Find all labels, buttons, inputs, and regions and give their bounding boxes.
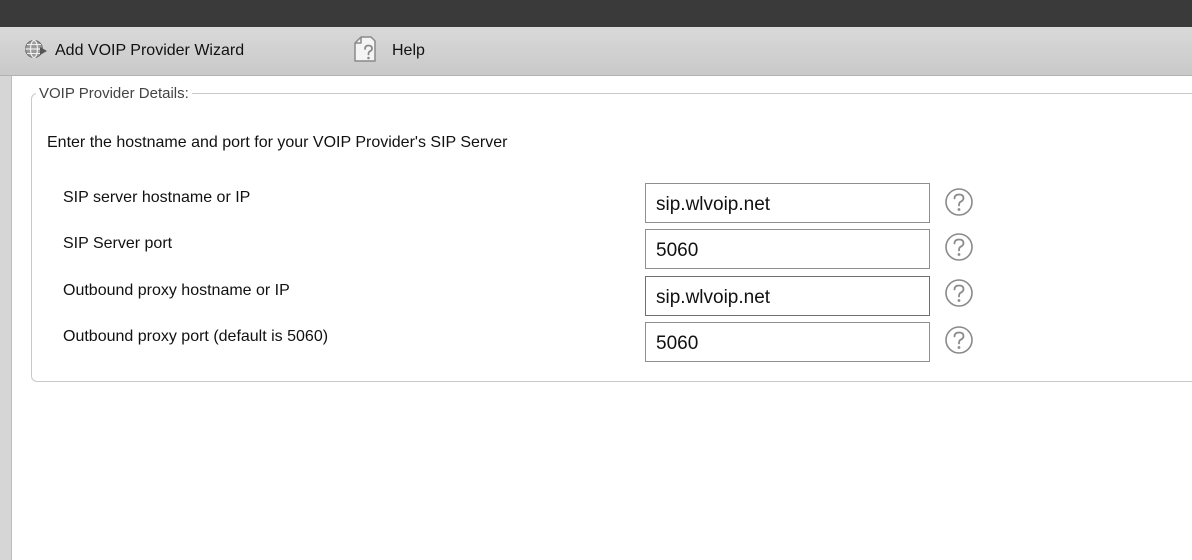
toolbar: Add VOIP Provider Wizard Help: [0, 27, 1192, 76]
outbound-proxy-port-label: Outbound proxy port (default is 5060): [63, 328, 329, 345]
help-label: Help: [392, 42, 425, 59]
help-icon[interactable]: [944, 187, 974, 217]
outbound-proxy-hostname-input[interactable]: [645, 276, 930, 316]
sip-server-port-input[interactable]: [645, 229, 930, 269]
help-page-icon: [352, 34, 380, 68]
globe-icon: [24, 37, 48, 65]
help-button[interactable]: Help: [352, 36, 425, 66]
sip-server-hostname-label: SIP server hostname or IP: [63, 189, 251, 206]
window-top-bar: [0, 0, 1192, 27]
outbound-proxy-port-input[interactable]: [645, 322, 930, 362]
add-voip-provider-wizard-button[interactable]: Add VOIP Provider Wizard: [24, 36, 244, 66]
help-icon[interactable]: [944, 232, 974, 262]
sip-server-hostname-input[interactable]: [645, 183, 930, 223]
help-icon[interactable]: [944, 278, 974, 308]
wizard-label: Add VOIP Provider Wizard: [55, 42, 245, 59]
sip-server-port-label: SIP Server port: [63, 235, 173, 252]
left-panel-edge: [0, 76, 12, 560]
intro-text: Enter the hostname and port for your VOI…: [47, 134, 508, 151]
outbound-proxy-hostname-label: Outbound proxy hostname or IP: [63, 282, 290, 299]
group-legend: VOIP Provider Details:: [39, 85, 189, 102]
help-icon[interactable]: [944, 325, 974, 355]
